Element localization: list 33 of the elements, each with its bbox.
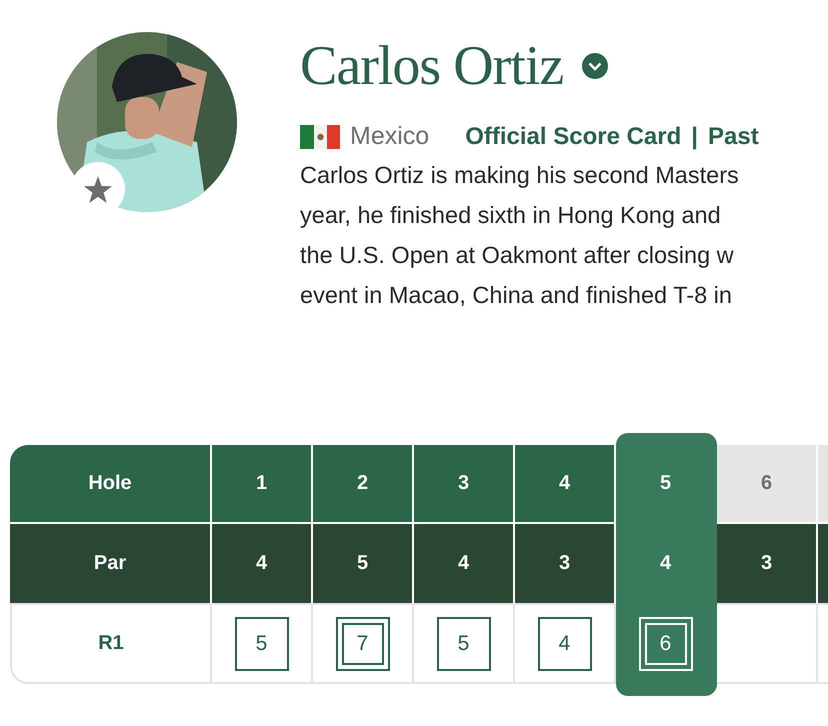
hole-number: 3 <box>458 472 470 495</box>
bio-text: Carlos Ortiz is making his second Masters <box>300 161 739 190</box>
par-value: 3 <box>558 552 570 575</box>
row-header: Par <box>94 552 126 575</box>
row-header: Hole <box>88 472 132 495</box>
chevron-down-icon[interactable] <box>581 52 610 80</box>
par-value: 4 <box>458 552 470 575</box>
double-square-score: 6 <box>638 616 692 670</box>
double-square-score: 7 <box>336 616 390 670</box>
par-value: 4 <box>660 552 672 575</box>
hole-number: 5 <box>660 472 672 495</box>
par-value: 3 <box>760 552 772 575</box>
nav-link[interactable]: Past <box>708 122 759 150</box>
bio-text: year, he finished sixth in Hong Kong and <box>300 201 721 230</box>
square-score: 5 <box>436 616 490 670</box>
hole-number: 2 <box>356 472 368 495</box>
country-name: Mexico <box>350 122 430 151</box>
link-separator: | <box>691 122 698 150</box>
nav-link[interactable]: Official Score Card <box>465 122 682 150</box>
row-header: R1 <box>98 632 124 655</box>
par-value: 5 <box>356 552 368 575</box>
square-score: 4 <box>538 616 592 670</box>
flag-icon <box>300 124 340 148</box>
hole-number: 1 <box>256 472 268 495</box>
player-name: Carlos Ortiz <box>300 34 564 99</box>
square-score: 5 <box>234 616 288 670</box>
hole-number: 4 <box>558 472 570 495</box>
star-icon <box>84 176 112 202</box>
highlighted-column[interactable]: 5 4 6 <box>616 433 717 696</box>
bio-text: event in Macao, China and finished T-8 in <box>300 281 732 310</box>
hole-number: 6 <box>760 472 772 495</box>
bio-text: the U.S. Open at Oakmont after closing w <box>300 241 734 270</box>
par-value: 4 <box>256 552 268 575</box>
